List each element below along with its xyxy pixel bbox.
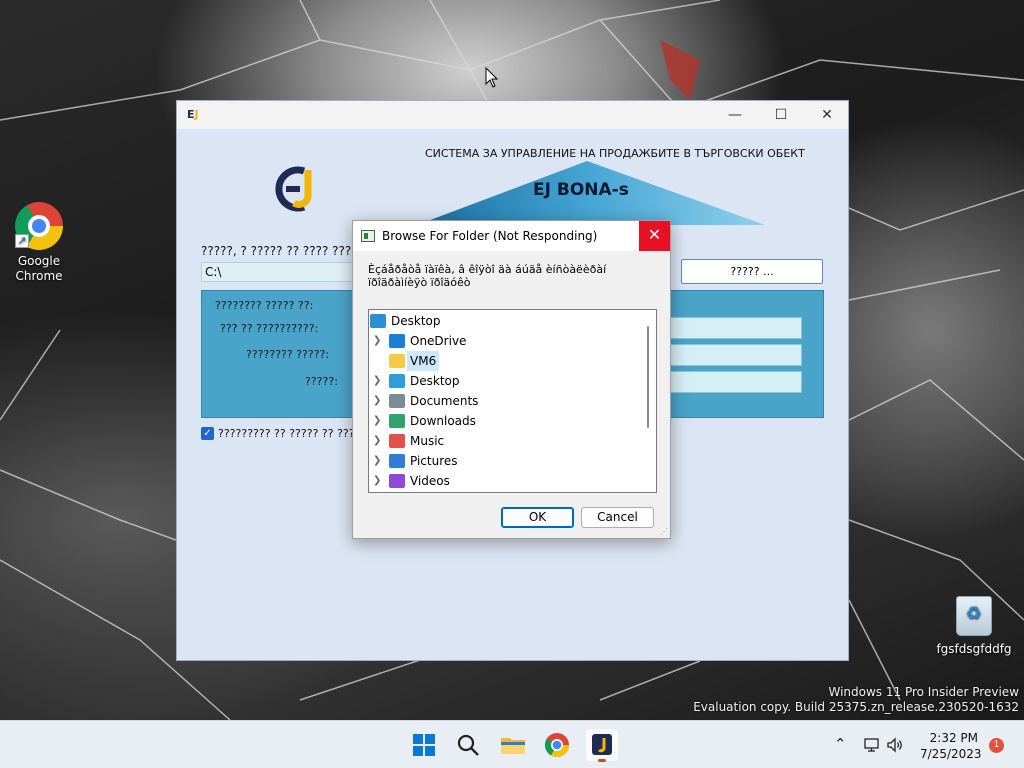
tree-item-label: Pictures: [410, 454, 458, 468]
watermark-line: Windows 11 Pro Insider Preview: [828, 685, 1019, 699]
chevron-right-icon[interactable]: ❯: [373, 331, 381, 351]
tree-scrollbar[interactable]: [647, 326, 649, 428]
taskbar: ⌃ 2:32 PM 7/25/2023 1: [0, 720, 1024, 768]
desktop-icon-label: Google Chrome: [15, 254, 63, 283]
tree-item-label: Videos: [410, 474, 450, 488]
cloud-icon: [389, 334, 405, 348]
network-icon[interactable]: [863, 736, 881, 754]
dialog-title: Browse For Folder (Not Responding): [382, 229, 598, 243]
minimize-button[interactable]: —: [712, 101, 758, 129]
chevron-right-icon[interactable]: ❯: [373, 431, 381, 451]
clock-date: 7/25/2023: [920, 747, 982, 761]
close-button[interactable]: ✕: [804, 101, 850, 129]
show-hidden-icons-chevron-icon[interactable]: ⌃: [834, 735, 847, 753]
tree-item-documents[interactable]: ❯ Documents: [369, 391, 639, 411]
app-logo-icon: EJ: [187, 108, 199, 121]
ej-app-taskbar-icon[interactable]: [586, 729, 618, 762]
folder-label: ?????, ? ????? ?? ???? ?????: [201, 244, 365, 258]
browse-for-folder-dialog: Browse For Folder (Not Responding) ✕ Èçá…: [352, 220, 671, 539]
chevron-right-icon[interactable]: ❯: [373, 411, 381, 431]
tree-item-desktop[interactable]: ❯ Desktop: [369, 371, 639, 391]
desktop-icon-label: fgsfdsgfddfg: [936, 642, 1012, 656]
start-icon[interactable]: [408, 729, 440, 761]
volume-icon[interactable]: [886, 736, 904, 754]
dialog-titlebar[interactable]: Browse For Folder (Not Responding) ✕: [353, 221, 670, 251]
music-icon: [389, 434, 405, 448]
panel-row-label: ?????:: [305, 375, 338, 388]
panel-row-label: ???????? ?????:: [246, 348, 330, 361]
tree-item-desktop-root[interactable]: Desktop: [369, 311, 639, 331]
download-icon: [389, 414, 405, 428]
tree-item-label: Desktop: [410, 374, 460, 388]
option-checkbox[interactable]: ✓: [201, 427, 214, 440]
desktop-icon-chrome[interactable]: ↗ Google Chrome: [1, 202, 77, 284]
shortcut-arrow-icon: ↗: [15, 234, 29, 248]
document-icon: [389, 394, 405, 408]
watermark-line: Evaluation copy. Build 25375.zn_release.…: [693, 700, 1019, 714]
panel-header: ???????? ????? ??:: [215, 299, 314, 312]
tree-item-downloads[interactable]: ❯ Downloads: [369, 411, 639, 431]
brand-title: EJ BONA-s: [533, 180, 629, 200]
file-explorer-icon[interactable]: [497, 729, 529, 761]
ej-logo-icon: [275, 166, 312, 212]
dialog-description: Èçáåðåòå ïàïêà, â êîÿòî äà áúäå èíñòàëèð…: [368, 263, 607, 289]
recycle-bin-icon: ♻: [956, 596, 992, 636]
ok-button[interactable]: OK: [501, 507, 574, 528]
cancel-button[interactable]: Cancel: [581, 507, 654, 528]
tree-item-vm6[interactable]: VM6: [369, 351, 639, 371]
folder-icon: [389, 354, 405, 368]
resize-grip-icon[interactable]: ⋰: [660, 528, 668, 536]
tree-item-label: Documents: [410, 394, 479, 408]
app-heading: СИСТЕМА ЗА УПРАВЛЕНИЕ НА ПРОДАЖБИТЕ В ТЪ…: [425, 147, 805, 160]
clock[interactable]: 2:32 PM 7/25/2023: [920, 730, 982, 762]
install-path-input[interactable]: C:\: [201, 262, 361, 282]
chevron-right-icon[interactable]: ❯: [373, 391, 381, 411]
chevron-right-icon[interactable]: ❯: [373, 451, 381, 471]
desktop-icon: [389, 374, 405, 388]
chrome-taskbar-icon[interactable]: [541, 729, 573, 761]
tree-item-label: Downloads: [410, 414, 476, 428]
active-app-indicator: [598, 759, 606, 762]
pictures-icon: [389, 454, 405, 468]
close-icon: ✕: [647, 225, 662, 244]
tree-item-label: Desktop: [391, 314, 441, 328]
video-icon: [389, 474, 405, 488]
dialog-app-icon: [361, 230, 375, 242]
chevron-right-icon[interactable]: ❯: [373, 471, 381, 491]
search-icon[interactable]: [452, 729, 484, 761]
browse-button[interactable]: ????? ...: [681, 259, 823, 284]
tree-item-label: Music: [410, 434, 445, 448]
tree-item-pictures[interactable]: ❯ Pictures: [369, 451, 639, 471]
desktop-icon-recycle-bin[interactable]: ♻ fgsfdsgfddfg: [936, 596, 1012, 657]
tree-item-videos[interactable]: ❯ Videos: [369, 471, 639, 491]
app-titlebar[interactable]: EJ — ☐ ✕: [177, 101, 848, 129]
desktop-icon: [370, 314, 386, 328]
tree-item-music[interactable]: ❯ Music: [369, 431, 639, 451]
chevron-right-icon[interactable]: ❯: [373, 371, 381, 391]
maximize-button[interactable]: ☐: [758, 101, 804, 129]
panel-row-label: ??? ?? ??????????:: [220, 322, 319, 335]
windows-watermark: Windows 11 Pro Insider Preview Evaluatio…: [693, 685, 1019, 715]
notification-badge[interactable]: 1: [989, 738, 1004, 753]
dialog-close-button[interactable]: ✕: [639, 221, 670, 251]
folder-tree[interactable]: Desktop ❯ OneDrive VM6 ❯ Desktop ❯ Documents ❯ Do…: [368, 309, 657, 493]
tree-item-onedrive[interactable]: ❯ OneDrive: [369, 331, 639, 351]
tree-item-label: VM6: [407, 351, 440, 371]
tree-item-label: OneDrive: [410, 334, 467, 348]
clock-time: 2:32 PM: [929, 731, 978, 745]
mouse-cursor-icon: [485, 67, 499, 88]
